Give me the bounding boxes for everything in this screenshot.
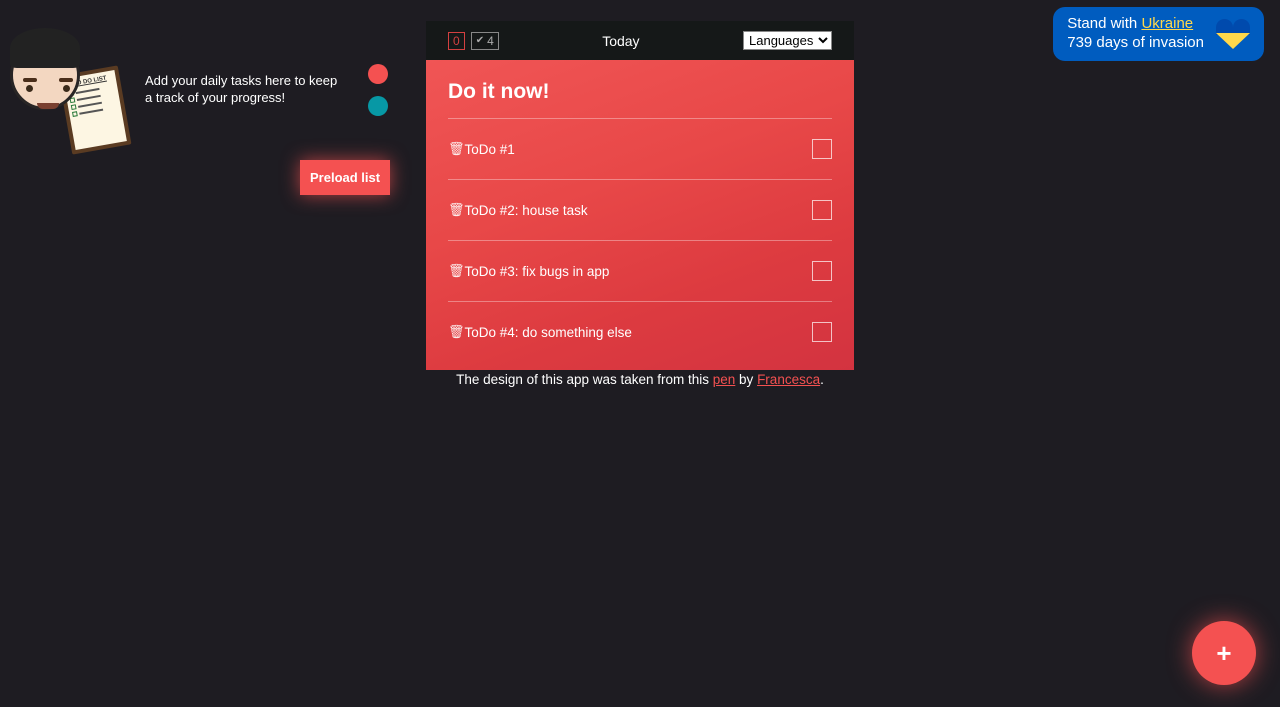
credit-line: The design of this app was taken from th… bbox=[426, 372, 854, 387]
add-task-fab[interactable]: + bbox=[1192, 621, 1256, 685]
todo-text: ToDo #3: fix bugs in app bbox=[465, 264, 610, 279]
trash-icon[interactable]: 🗑 bbox=[448, 202, 465, 218]
todo-item: 🗑ToDo #3: fix bugs in app bbox=[448, 240, 832, 301]
preload-list-button[interactable]: Preload list bbox=[300, 160, 390, 195]
todo-text: ToDo #1 bbox=[465, 142, 515, 157]
theme-switcher bbox=[368, 64, 388, 116]
trash-icon[interactable]: 🗑 bbox=[448, 141, 465, 157]
todo-item: 🗑ToDo #4: do something else bbox=[448, 301, 832, 358]
card-title: Do it now! bbox=[448, 80, 832, 104]
card-body: Do it now! 🗑ToDo #1 🗑ToDo #2: house task… bbox=[426, 60, 854, 370]
credit-pen-link[interactable]: pen bbox=[713, 372, 736, 387]
check-icon: ✔ bbox=[476, 35, 484, 46]
avatar-notepad: TO DO LIST bbox=[10, 30, 130, 150]
ukraine-line1: Stand with Ukraine bbox=[1067, 15, 1204, 34]
date-label: Today bbox=[602, 33, 639, 49]
trash-icon[interactable]: 🗑 bbox=[448, 263, 465, 279]
count-badges: 0 ✔ 4 bbox=[448, 32, 499, 50]
todo-count-badge: ✔ 4 bbox=[471, 32, 499, 50]
todo-item: 🗑ToDo #2: house task bbox=[448, 179, 832, 240]
todo-checkbox[interactable] bbox=[812, 139, 832, 159]
trash-icon[interactable]: 🗑 bbox=[448, 324, 465, 340]
todo-card: 0 ✔ 4 Today Languages Do it now! 🗑ToDo #… bbox=[426, 21, 854, 370]
language-select[interactable]: Languages bbox=[743, 31, 832, 50]
intro-text: Add your daily tasks here to keep a trac… bbox=[145, 73, 345, 107]
ukraine-banner: Stand with Ukraine 739 days of invasion bbox=[1053, 7, 1264, 61]
ukraine-link[interactable]: Ukraine bbox=[1141, 15, 1193, 32]
todo-checkbox[interactable] bbox=[812, 261, 832, 281]
theme-teal-dot[interactable] bbox=[368, 96, 388, 116]
ukraine-line2: 739 days of invasion bbox=[1067, 34, 1204, 53]
done-count-badge: 0 bbox=[448, 32, 465, 50]
header-left: TO DO LIST Add your daily tasks here to … bbox=[10, 30, 388, 150]
todo-checkbox[interactable] bbox=[812, 322, 832, 342]
card-topbar: 0 ✔ 4 Today Languages bbox=[426, 21, 854, 60]
todo-text: ToDo #4: do something else bbox=[465, 325, 632, 340]
todo-item: 🗑ToDo #1 bbox=[448, 118, 832, 179]
credit-author-link[interactable]: Francesca bbox=[757, 372, 820, 387]
todo-text: ToDo #2: house task bbox=[465, 203, 588, 218]
theme-red-dot[interactable] bbox=[368, 64, 388, 84]
todo-checkbox[interactable] bbox=[812, 200, 832, 220]
plus-icon: + bbox=[1216, 640, 1231, 666]
ukraine-heart-icon bbox=[1216, 19, 1250, 49]
